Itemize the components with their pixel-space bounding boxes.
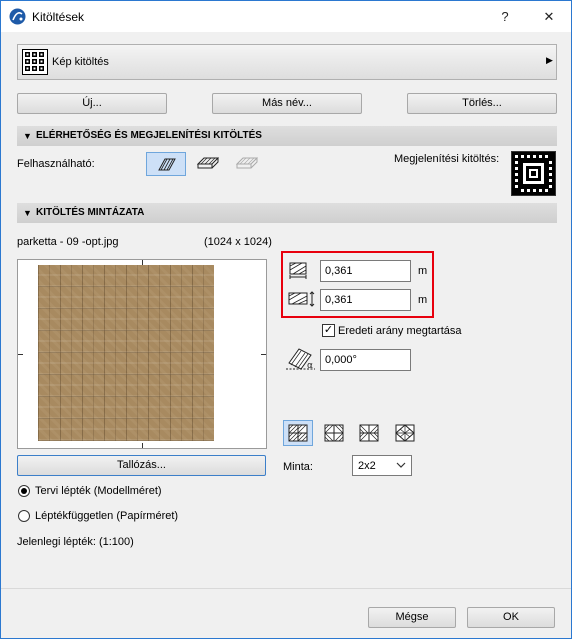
- image-resolution: (1024 x 1024): [204, 236, 272, 248]
- current-scale-text: Jelenlegi lépték: (1:100): [17, 536, 134, 548]
- drafting-fill-icon: [158, 158, 176, 171]
- cover-fill-icon: [236, 157, 258, 169]
- height-input[interactable]: 0,361: [320, 289, 411, 311]
- keep-ratio-checkbox[interactable]: ✓: [322, 324, 335, 337]
- chevron-down-icon: [396, 462, 406, 468]
- cancel-button[interactable]: Mégse: [368, 607, 456, 628]
- angle-input[interactable]: 0,000°: [320, 349, 411, 371]
- fill-selector[interactable]: Kép kitöltés ▶: [17, 44, 557, 80]
- width-input[interactable]: 0,361: [320, 260, 411, 282]
- parquet-image: [38, 265, 214, 441]
- collapse-arrow-icon: ▼: [23, 131, 32, 141]
- mirror-pattern-icon: [324, 424, 344, 442]
- pattern-select[interactable]: 2x2: [352, 455, 412, 476]
- mirror-pattern-alt-icon: [359, 424, 379, 442]
- svg-text:α: α: [307, 361, 313, 371]
- pattern-type-1-button[interactable]: [283, 420, 313, 446]
- title-bar: Kitöltések ? ✕: [1, 1, 571, 32]
- fill-selector-label: Kép kitöltés: [52, 56, 109, 68]
- width-dimension-icon: [289, 262, 307, 279]
- tick-mark: [261, 354, 266, 355]
- grid-pattern-icon: [288, 424, 308, 442]
- availability-header-text: ELÉRHETŐSÉG ÉS MEGJELENÍTÉSI KITÖLTÉS: [36, 130, 262, 141]
- rename-button[interactable]: Más név...: [212, 93, 362, 114]
- chevron-right-icon: ▶: [546, 55, 553, 65]
- availability-section-header[interactable]: ▼ ELÉRHETŐSÉG ÉS MEGJELENÍTÉSI KITÖLTÉS: [17, 126, 557, 146]
- usable-drafting-toggle[interactable]: [146, 152, 186, 176]
- spiral-pattern-icon: [515, 155, 552, 192]
- width-unit: m: [418, 265, 428, 277]
- rotation-angle-icon: α: [286, 348, 315, 371]
- collapse-arrow-icon: ▼: [23, 208, 32, 218]
- dialog-body: Kép kitöltés ▶ Új... Más név... Törlés..…: [1, 32, 571, 638]
- footer-separator: [1, 588, 571, 589]
- tick-mark: [18, 354, 23, 355]
- rotated-pattern-icon: [395, 424, 415, 442]
- delete-button[interactable]: Törlés...: [407, 93, 557, 114]
- pattern-header-text: KITÖLTÉS MINTÁZATA: [36, 207, 145, 218]
- browse-button[interactable]: Tallózás...: [17, 455, 266, 476]
- height-unit: m: [418, 294, 428, 306]
- image-fill-icon: [22, 49, 48, 75]
- ok-button[interactable]: OK: [467, 607, 555, 628]
- close-button[interactable]: ✕: [539, 7, 559, 27]
- cut-fill-icon: [197, 157, 219, 169]
- pattern-type-3-button[interactable]: [354, 420, 384, 446]
- tick-mark: [142, 443, 143, 448]
- pattern-type-4-button[interactable]: [390, 420, 420, 446]
- image-file-name: parketta - 09 -opt.jpg: [17, 236, 119, 248]
- usable-cover-toggle[interactable]: [232, 152, 262, 176]
- usable-label: Felhasználható:: [17, 158, 95, 170]
- display-fill-preview[interactable]: [511, 151, 556, 196]
- pattern-select-value: 2x2: [358, 460, 376, 472]
- dialog-window: Kitöltések ? ✕ Kép kitöltés ▶ Új... Más …: [0, 0, 572, 639]
- model-scale-radio[interactable]: [18, 485, 30, 497]
- help-button[interactable]: ?: [495, 7, 515, 27]
- model-scale-label: Tervi lépték (Modellméret): [35, 485, 162, 497]
- pattern-label: Minta:: [283, 461, 313, 473]
- archicad-logo-icon: [9, 8, 26, 25]
- new-button[interactable]: Új...: [17, 93, 167, 114]
- keep-ratio-label: Eredeti arány megtartása: [338, 325, 462, 337]
- pattern-type-2-button[interactable]: [319, 420, 349, 446]
- pattern-section-header[interactable]: ▼ KITÖLTÉS MINTÁZATA: [17, 203, 557, 223]
- usable-cut-toggle[interactable]: [193, 152, 223, 176]
- height-dimension-icon: [288, 291, 315, 307]
- paper-scale-radio[interactable]: [18, 510, 30, 522]
- display-fill-label: Megjelenítési kitöltés:: [394, 153, 500, 165]
- window-title: Kitöltések: [32, 10, 85, 24]
- paper-scale-label: Léptékfüggetlen (Papírméret): [35, 510, 179, 522]
